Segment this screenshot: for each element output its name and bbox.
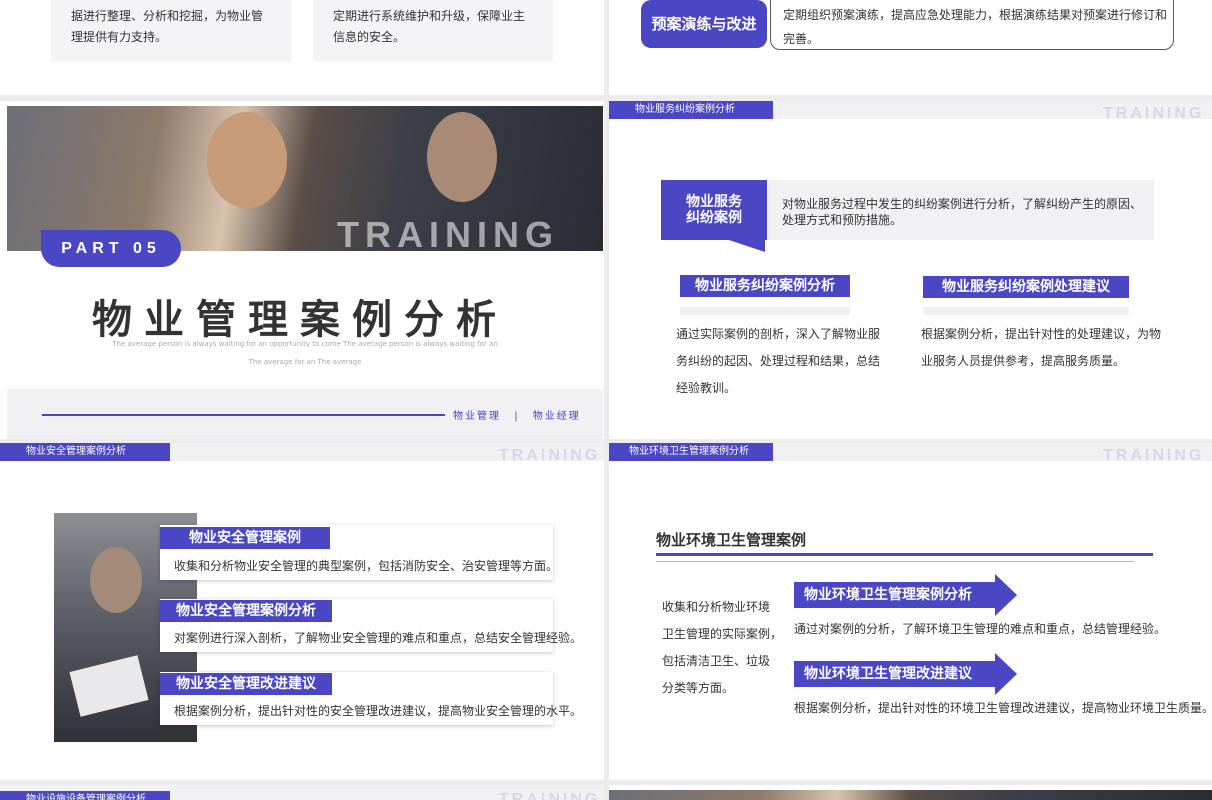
env-item-1-text: 通过对案例的分析，了解环境卫生管理的难点和重点，总结管理经验。 [794,622,1167,636]
slide-security[interactable]: 物业安全管理案例分析 TRAINING 收集和分析物业安全管理的典型案例，包括消… [0,443,604,780]
dispute-left-line-1: 通过实际案例的剖析，深入了解物业服 [676,327,881,341]
security-title-3: 物业安全管理改进建议 [160,673,332,695]
card1-line-2: 理提供有力支持。 [71,30,168,44]
photo-watermark-text: TRAINING [337,214,559,255]
slide-top-right[interactable]: 预案演练与改进 定期组织预案演练，提高应急处理能力，根据演练结果对预案进行修订和… [609,0,1212,95]
cover-title: 物业管理案例分析 [92,297,508,343]
dispute-left-body: 通过实际案例的剖析，深入了解物业服 务纠纷的起因、处理过程和结果，总结 经验教训… [676,321,886,402]
security-row-3-text: 根据案例分析，提出针对性的安全管理改进建议，提高物业安全管理的水平。 [174,704,583,718]
bottom-photo [609,790,1212,800]
dispute-intro-line-1: 对物业服务过程中发生的纠纷案例进行分析，了解纠纷产生的原因、 [782,197,1143,211]
dispute-left-line-3: 经验教训。 [676,381,737,395]
dispute-left-line-2: 务纠纷的起因、处理过程和结果，总结 [676,354,881,368]
env-left-line-2: 卫生管理的实际案例， [662,627,783,641]
security-photo-head [90,547,142,613]
env-item-2-text: 根据案例分析，提出针对性的环境卫生管理改进建议，提高物业环境卫生质量。 [794,701,1212,715]
slide-top-left[interactable]: 据进行整理、分析和挖掘，为物业管 理提供有力支持。 定期进行系统维护和升级，保障… [0,0,604,95]
info-card-1: 据进行整理、分析和挖掘，为物业管 理提供有力支持。 [51,0,291,62]
env-left-body: 收集和分析物业环境 卫生管理的实际案例， 包括清洁卫生、垃圾 分类等方面。 [662,594,792,702]
dispute-intro: 对物业服务过程中发生的纠纷案例进行分析，了解纠纷产生的原因、 处理方式和预防措施… [767,180,1154,240]
cover-footer-tags: 物业管理 | 物业经理 [453,407,581,422]
slide-header: 物业安全管理案例分析 [0,443,170,461]
photo-woman-head [207,112,287,208]
footer-tag-property: 物业管理 [453,411,501,422]
dispute-tag: 物业服务 纠纷案例 [661,180,767,240]
dispute-left-underline [680,307,850,315]
security-title-2: 物业安全管理案例分析 [160,600,332,622]
part-label: PART 05 [41,230,181,267]
footer-tag-manager: 物业经理 [532,411,581,422]
drill-button[interactable]: 预案演练与改进 [641,0,767,48]
slide-header: 物业服务纠纷案例分析 [609,101,773,119]
env-left-line-3: 包括清洁卫生、垃圾 [662,654,771,668]
card1-line-1: 据进行整理、分析和挖掘，为物业管 [71,9,264,23]
card2-line-1: 定期进行系统维护和升级，保障业主 [333,9,526,23]
dispute-right-line-1: 根据案例分析，提出针对性的处理建议，为物 [921,327,1162,341]
dispute-tag-line-1: 物业服务 [686,194,742,210]
slide-dispute[interactable]: 物业服务纠纷案例分析 TRAINING 物业服务 纠纷案例 对物业服务过程中发生… [609,101,1212,439]
footer-separator: | [514,411,520,422]
slide-cover[interactable]: TRAINING PART 05 物业管理案例分析 The average pe… [0,101,604,439]
slide-env[interactable]: 物业环境卫生管理案例分析 TRAINING 物业环境卫生管理案例 收集和分析物业… [609,443,1212,780]
env-item-1-title: 物业环境卫生管理案例分析 [794,582,996,608]
cover-footer-band: 物业管理 | 物业经理 [7,389,603,439]
slide-header: 物业环境卫生管理案例分析 [609,443,773,461]
dispute-right-title: 物业服务纠纷案例处理建议 [923,276,1129,298]
dispute-right-underline [923,307,1129,315]
header-watermark: TRAINING [499,447,601,464]
cover-subtitle-2: The average for an The average [248,358,362,366]
slide-bottom-right[interactable] [609,785,1212,800]
env-title-rule-thin [656,561,1134,562]
dispute-tag-line-2: 纠纷案例 [686,210,742,226]
env-item-1-arrowhead [995,574,1017,616]
env-item-2-title: 物业环境卫生管理改进建议 [794,661,996,687]
dispute-right-body: 根据案例分析，提出针对性的处理建议，为物 业服务人员提供参考，提高服务质量。 [921,321,1171,375]
drill-desc-box: 定期组织预案演练，提高应急处理能力，根据演练结果对预案进行修订和完善。 [770,0,1174,50]
security-title-1: 物业安全管理案例 [160,527,330,549]
photo-man-head [427,112,497,202]
dispute-right-line-2: 业服务人员提供参考，提高服务质量。 [921,354,1126,368]
slide-bottom-left[interactable]: 物业设施设备管理案例分析 TRAINING [0,785,604,800]
header-watermark: TRAINING [1103,447,1205,464]
dispute-intro-line-2: 处理方式和预防措施。 [782,213,903,227]
card2-line-2: 信息的安全。 [333,30,406,44]
slide-header: 物业设施设备管理案例分析 [0,791,170,800]
cover-subtitle-1: The average person is always waiting for… [112,340,498,348]
env-title: 物业环境卫生管理案例 [656,531,807,549]
security-row-2-text: 对案例进行深入剖析，了解物业安全管理的难点和重点，总结安全管理经验。 [174,631,583,645]
env-left-line-4: 分类等方面。 [662,681,735,695]
env-left-line-1: 收集和分析物业环境 [662,600,771,614]
security-photo-paper [69,655,149,717]
header-watermark: TRAINING [499,791,601,800]
dispute-tag-notch [729,240,765,252]
cover-footer-line [42,414,445,416]
dispute-left-title: 物业服务纠纷案例分析 [680,275,850,297]
security-row-1-text: 收集和分析物业安全管理的典型案例，包括消防安全、治安管理等方面。 [174,559,559,573]
env-item-2-arrowhead [995,653,1017,695]
info-card-2: 定期进行系统维护和升级，保障业主 信息的安全。 [313,0,553,62]
env-title-rule [656,553,1153,556]
header-watermark: TRAINING [1103,105,1205,122]
